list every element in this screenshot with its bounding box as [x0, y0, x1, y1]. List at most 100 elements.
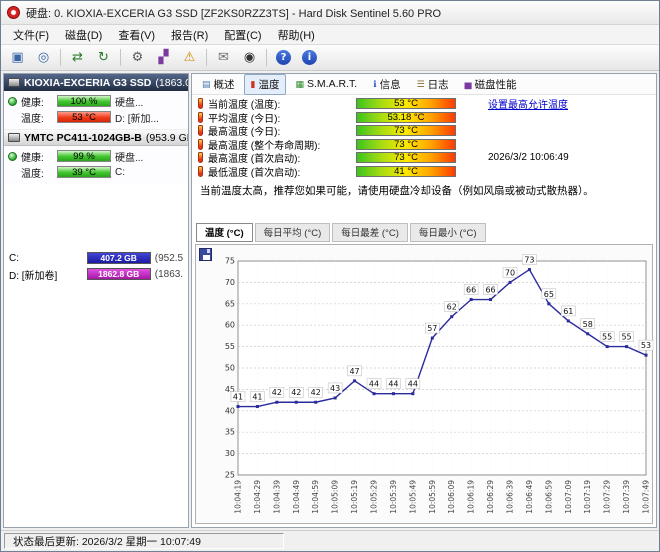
alert-icon[interactable]: ⚠: [177, 47, 202, 68]
toolbar-separator: [60, 49, 61, 66]
thermometer-icon: [198, 166, 203, 177]
disk-tools-icon[interactable]: ⚙: [125, 47, 150, 68]
disk-item-ymtc[interactable]: YMTC PC411-1024GB-B (953.9 GB): [4, 129, 188, 146]
svg-text:10:05:39: 10:05:39: [389, 480, 398, 514]
health-label: 健康:: [21, 149, 53, 164]
overview-icon: ▤: [202, 80, 211, 89]
menu-report[interactable]: 报告(R): [163, 25, 216, 45]
health-status-icon: [8, 152, 17, 161]
drive-letter-text: C:: [115, 167, 125, 178]
disk-item-kioxia[interactable]: KIOXIA-EXCERIA G3 SSD (1863.0 G: [4, 74, 188, 91]
toolbar: ▣ ◎ ⇄ ↻ ⚙ ▞ ⚠ ✉ ◉ ? i: [1, 45, 659, 71]
temperature-readings: 当前温度 (温度): 53 °C 设置最高允许温度 平均温度 (今日): 53.…: [192, 95, 656, 178]
svg-text:41: 41: [252, 393, 262, 402]
svg-text:65: 65: [544, 290, 554, 299]
temperature-chart-area: 253035404550556065707510:04:1910:04:2910…: [195, 244, 653, 524]
svg-text:10:07:29: 10:07:29: [603, 480, 612, 514]
svg-text:25: 25: [225, 471, 235, 480]
svg-text:55: 55: [602, 333, 612, 342]
svg-text:10:07:09: 10:07:09: [564, 480, 573, 514]
info-glyph: i: [302, 50, 317, 65]
detect-disks-icon[interactable]: ▣: [5, 47, 30, 68]
svg-text:44: 44: [388, 380, 398, 389]
temp-gradient-bar: 53 °C: [356, 98, 456, 109]
tab-log[interactable]: ☰日志: [410, 74, 456, 95]
tab-temperature[interactable]: ▮温度: [244, 74, 287, 95]
svg-text:44: 44: [408, 380, 418, 389]
chart-tab-daily-min[interactable]: 每日最小 (°C): [410, 223, 486, 242]
tab-information[interactable]: ℹ信息: [366, 74, 407, 95]
chart-tab-daily-worst[interactable]: 每日最差 (°C): [332, 223, 408, 242]
thermometer-icon: [198, 152, 203, 163]
tab-overview[interactable]: ▤概述: [195, 74, 242, 95]
max-temp-timestamp: 2026/3/2 10:06:49: [488, 152, 569, 163]
chart-tab-temperature[interactable]: 温度 (°C): [196, 223, 253, 242]
menu-help[interactable]: 帮助(H): [270, 25, 323, 45]
thermometer-icon: [198, 98, 203, 109]
partition-total: (1863.: [155, 269, 183, 280]
content-area: KIOXIA-EXCERIA G3 SSD (1863.0 G 健康: 100 …: [1, 71, 659, 530]
temp-gradient-bar: 53.18 °C: [356, 112, 456, 123]
svg-text:10:06:29: 10:06:29: [486, 480, 495, 514]
svg-text:10:07:49: 10:07:49: [642, 480, 651, 514]
svg-text:35: 35: [225, 428, 235, 437]
temp-value: 73 °C: [394, 139, 418, 150]
disk-name: KIOXIA-EXCERIA G3 SSD: [24, 77, 151, 89]
tab-disk-performance[interactable]: ▅磁盘性能: [458, 74, 524, 95]
svg-text:42: 42: [272, 388, 282, 397]
svg-text:66: 66: [466, 286, 476, 295]
help-icon[interactable]: ?: [271, 47, 296, 68]
temperature-icon: ▮: [251, 80, 256, 89]
svg-text:44: 44: [369, 380, 379, 389]
health-bar: 99 %: [57, 150, 111, 162]
tab-smart[interactable]: ▦S.M.A.R.T.: [288, 75, 364, 93]
disk-capacity-text: 硬盘...: [115, 94, 143, 109]
tab-label: 温度: [258, 77, 279, 92]
svg-text:50: 50: [225, 364, 235, 373]
window-title: 硬盘: 0. KIOXIA-EXCERIA G3 SSD [ZF2KS0RZZ3…: [26, 5, 441, 21]
toolbar-separator: [266, 49, 267, 66]
temperature-value-box: 53 °C: [57, 111, 111, 123]
thermometer-icon: [198, 112, 203, 123]
partition-usage: C: 407.2 GB (952.5 D: [新加卷] 1862.8 GB (1…: [4, 250, 188, 282]
menu-config[interactable]: 配置(C): [216, 25, 269, 45]
menu-view[interactable]: 查看(V): [110, 25, 163, 45]
set-max-temperature-link[interactable]: 设置最高允许温度: [488, 96, 568, 111]
chart-tab-bar: 温度 (°C) 每日平均 (°C) 每日最差 (°C) 每日最小 (°C): [192, 223, 656, 242]
main-panel: ▤概述 ▮温度 ▦S.M.A.R.T. ℹ信息 ☰日志 ▅磁盘性能 当前温度 (…: [191, 73, 657, 528]
svg-text:10:05:49: 10:05:49: [408, 480, 417, 514]
temp-gradient-bar: 41 °C: [356, 166, 456, 177]
svg-text:42: 42: [311, 388, 321, 397]
health-row: 健康: 99 % 硬盘...: [8, 148, 184, 164]
tab-bar: ▤概述 ▮温度 ▦S.M.A.R.T. ℹ信息 ☰日志 ▅磁盘性能: [192, 74, 656, 95]
chart-tab-daily-average[interactable]: 每日平均 (°C): [255, 223, 331, 242]
menu-disk[interactable]: 磁盘(D): [57, 25, 110, 45]
surface-test-icon[interactable]: ◎: [31, 47, 56, 68]
temp-value: 53 °C: [394, 98, 418, 109]
svg-text:60: 60: [225, 321, 235, 330]
snapshot-icon[interactable]: ◉: [237, 47, 262, 68]
svg-text:10:04:29: 10:04:29: [253, 480, 262, 514]
disk-info-kioxia: 健康: 100 % 硬盘... 温度: 53 °C D: [新加...: [4, 91, 188, 129]
smart-icon: ▦: [295, 80, 304, 89]
info-icon[interactable]: i: [297, 47, 322, 68]
svg-text:42: 42: [291, 388, 301, 397]
temp-row-max-since-start: 最高温度 (首次启动): 73 °C 2026/3/2 10:06:49: [192, 151, 656, 165]
tab-label: 概述: [214, 77, 235, 92]
temp-row-current: 当前温度 (温度): 53 °C 设置最高允许温度: [192, 97, 656, 111]
refresh-icon[interactable]: ↻: [91, 47, 116, 68]
svg-text:43: 43: [330, 384, 340, 393]
save-chart-icon[interactable]: [199, 248, 212, 261]
svg-text:70: 70: [505, 268, 515, 277]
performance-icon: ▅: [465, 80, 472, 89]
svg-text:10:05:09: 10:05:09: [331, 480, 340, 514]
temperature-value-box: 39 °C: [57, 166, 111, 178]
performance-icon[interactable]: ▞: [151, 47, 176, 68]
disk-transfer-icon[interactable]: ⇄: [65, 47, 90, 68]
partition-usage-bar: 1862.8 GB: [87, 268, 151, 280]
information-icon: ℹ: [373, 80, 376, 89]
svg-text:70: 70: [225, 278, 235, 287]
send-report-icon[interactable]: ✉: [211, 47, 236, 68]
partition-label: C:: [9, 253, 83, 264]
menu-file[interactable]: 文件(F): [5, 25, 57, 45]
